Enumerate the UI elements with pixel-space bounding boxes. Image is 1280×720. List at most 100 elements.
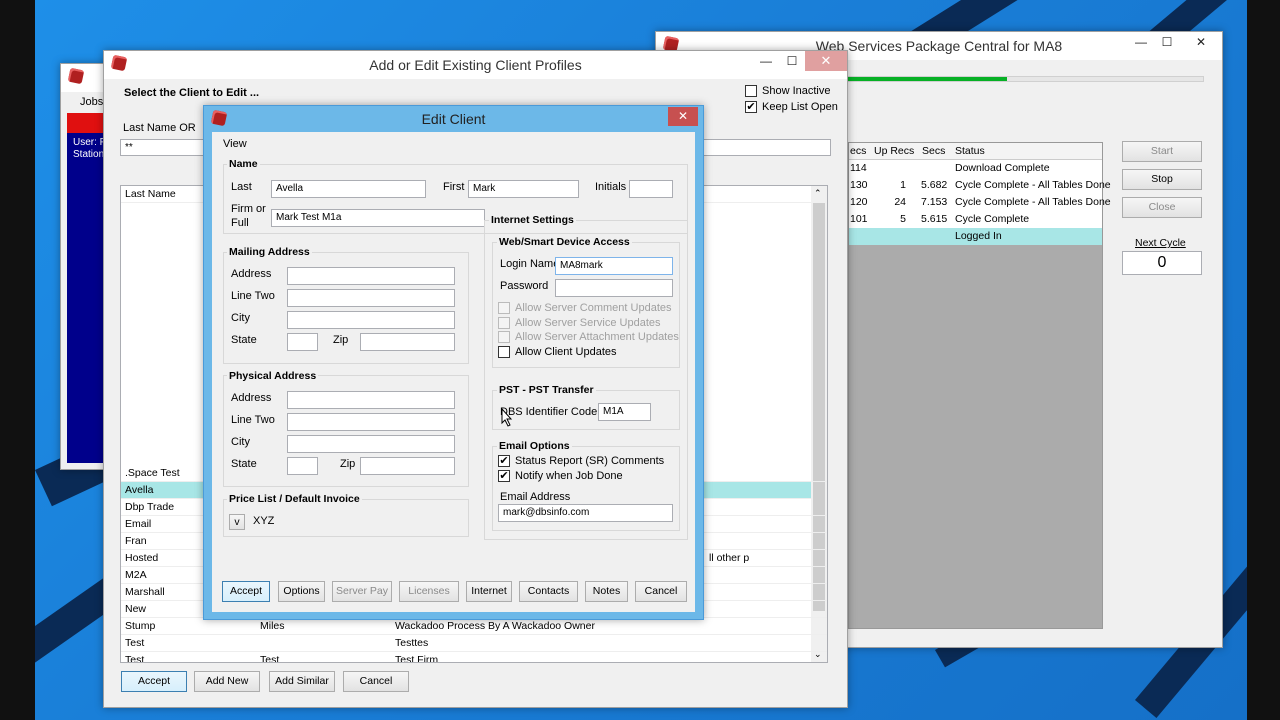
- last-name-input[interactable]: Avella: [271, 180, 426, 198]
- mailing-zip-input[interactable]: [360, 333, 455, 351]
- col-up-recs: Up Recs: [874, 145, 915, 157]
- keep-list-open-checkbox[interactable]: ✔: [745, 101, 757, 113]
- allow-service-checkbox[interactable]: [498, 317, 510, 329]
- menu-view[interactable]: View: [223, 138, 247, 150]
- physical-address-input[interactable]: [287, 391, 455, 409]
- scroll-up-arrow[interactable]: ⌃: [814, 188, 822, 199]
- add-new-button[interactable]: Add New: [194, 671, 260, 692]
- allow-attachment-checkbox[interactable]: [498, 331, 510, 343]
- client-last-name: Fran: [125, 535, 147, 547]
- client-last-name: Hosted: [125, 552, 159, 564]
- dbs-identifier-label: DBS Identifier Code: [500, 406, 598, 418]
- grid-cell-up: 24: [894, 196, 906, 208]
- grid-row[interactable]: 114 Download Complete: [849, 160, 1102, 177]
- internet-button[interactable]: Internet: [466, 581, 512, 602]
- edit-client-body: View Name Last Avella First Mark Initial…: [212, 132, 695, 612]
- close-cycle-button[interactable]: Close: [1122, 197, 1202, 218]
- first-name-input[interactable]: Mark: [468, 180, 579, 198]
- grid-row[interactable]: 130 1 5.682 Cycle Complete - All Tables …: [849, 177, 1111, 194]
- maximize-button[interactable]: ☐: [1154, 32, 1180, 52]
- user-text: User: F: [73, 137, 106, 148]
- dbs-identifier-input[interactable]: M1A: [598, 403, 651, 421]
- col-recs: ecs: [850, 145, 867, 157]
- allow-client-updates-checkbox[interactable]: [498, 346, 510, 358]
- grid-cell-recs: 101: [850, 213, 868, 225]
- profiles-cancel-button[interactable]: Cancel: [343, 671, 409, 692]
- initials-input[interactable]: [629, 180, 673, 198]
- client-last-name: Test: [125, 637, 145, 649]
- list-item[interactable]: Test Testtes: [121, 635, 827, 652]
- minimize-button[interactable]: —: [1128, 32, 1154, 52]
- options-button[interactable]: Options: [278, 581, 325, 602]
- client-firm: Testtes: [395, 637, 429, 649]
- licenses-button[interactable]: Licenses: [399, 581, 459, 602]
- grid-row[interactable]: 120 24 7.153 Cycle Complete - All Tables…: [849, 194, 1111, 211]
- maximize-button[interactable]: ☐: [779, 51, 805, 71]
- client-last-name: New: [125, 603, 147, 615]
- edit-cancel-button[interactable]: Cancel: [635, 581, 687, 602]
- list-item[interactable]: Test Test Test Firm: [121, 652, 827, 663]
- close-button[interactable]: ✕: [668, 107, 698, 126]
- allow-comment-checkbox[interactable]: [498, 302, 510, 314]
- edit-client-titlebar[interactable]: Edit Client ✕: [204, 106, 703, 132]
- add-similar-button[interactable]: Add Similar: [269, 671, 335, 692]
- price-list-dropdown-button[interactable]: v: [229, 514, 245, 530]
- stop-button[interactable]: Stop: [1122, 169, 1202, 190]
- password-input[interactable]: [555, 279, 673, 297]
- minimize-button[interactable]: —: [753, 51, 779, 71]
- start-button[interactable]: Start: [1122, 141, 1202, 162]
- jobs-tab[interactable]: Jobs: [80, 96, 103, 108]
- server-pay-button[interactable]: Server Pay: [332, 581, 392, 602]
- list-item[interactable]: Stump Miles Wackadoo Process By A Wackad…: [121, 618, 827, 635]
- mailing-address-input[interactable]: [287, 267, 455, 285]
- login-name-input[interactable]: MA8mark: [555, 257, 673, 275]
- profiles-titlebar[interactable]: Add or Edit Existing Client Profiles — ☐…: [104, 51, 847, 79]
- sync-progress-fill: [847, 77, 1008, 81]
- client-last-name: Avella: [125, 484, 154, 496]
- grid-row[interactable]: 101 5 5.615 Cycle Complete: [849, 211, 1102, 228]
- grid-cell-up: 5: [900, 213, 906, 225]
- close-button[interactable]: ✕: [805, 51, 847, 71]
- status-report-checkbox[interactable]: ✔: [498, 455, 510, 467]
- status-grid[interactable]: ecs Up Recs Secs Status 114 Download Com…: [848, 142, 1111, 629]
- physical-state-input[interactable]: [287, 457, 318, 475]
- status-report-label: Status Report (SR) Comments: [515, 455, 665, 467]
- station-text: Station: [73, 149, 105, 160]
- physical-city-input[interactable]: [287, 435, 455, 453]
- initials-label: Initials: [595, 181, 627, 193]
- physical-address-title: Physical Address: [227, 370, 319, 382]
- client-last-name: Test: [125, 654, 145, 663]
- mailing-city-input[interactable]: [287, 311, 455, 329]
- grid-cell-status: Cycle Complete - All Tables Done: [955, 196, 1111, 208]
- grid-row-selected[interactable]: Logged In: [849, 228, 1102, 245]
- contacts-button[interactable]: Contacts: [519, 581, 578, 602]
- grid-header: ecs Up Recs Secs Status: [849, 143, 1102, 160]
- show-inactive-checkbox[interactable]: [745, 85, 757, 97]
- next-cycle-label: Next Cycle: [1135, 237, 1186, 249]
- edit-accept-button[interactable]: Accept: [222, 581, 270, 602]
- profiles-accept-button[interactable]: Accept: [121, 671, 187, 692]
- allow-client-updates-label: Allow Client Updates: [515, 346, 617, 358]
- mailing-address-label: Address: [231, 268, 272, 280]
- client-search-input[interactable]: **: [120, 139, 205, 156]
- client-search-input-right[interactable]: [702, 139, 831, 156]
- client-last-name: Dbp Trade: [125, 501, 175, 513]
- grid-cell-status: Cycle Complete: [955, 213, 1030, 225]
- physical-city-label: City: [231, 436, 250, 448]
- allow-comment-label: Allow Server Comment Updates: [515, 302, 672, 314]
- notify-job-done-checkbox[interactable]: ✔: [498, 470, 510, 482]
- notify-job-done-label: Notify when Job Done: [515, 470, 623, 482]
- close-button[interactable]: ✕: [1180, 32, 1222, 52]
- app-icon: [67, 67, 85, 85]
- last-name-or-label: Last Name OR: [123, 122, 196, 134]
- next-cycle-value: 0: [1122, 251, 1202, 275]
- notes-button[interactable]: Notes: [585, 581, 628, 602]
- first-label: First: [443, 181, 465, 193]
- email-address-input[interactable]: mark@dbsinfo.com: [498, 504, 673, 522]
- mailing-state-input[interactable]: [287, 333, 318, 351]
- firm-input[interactable]: Mark Test M1a: [271, 209, 485, 227]
- password-label: Password: [500, 280, 549, 292]
- physical-zip-input[interactable]: [360, 457, 455, 475]
- mailing-line-two-input[interactable]: [287, 289, 455, 307]
- physical-line-two-input[interactable]: [287, 413, 455, 431]
